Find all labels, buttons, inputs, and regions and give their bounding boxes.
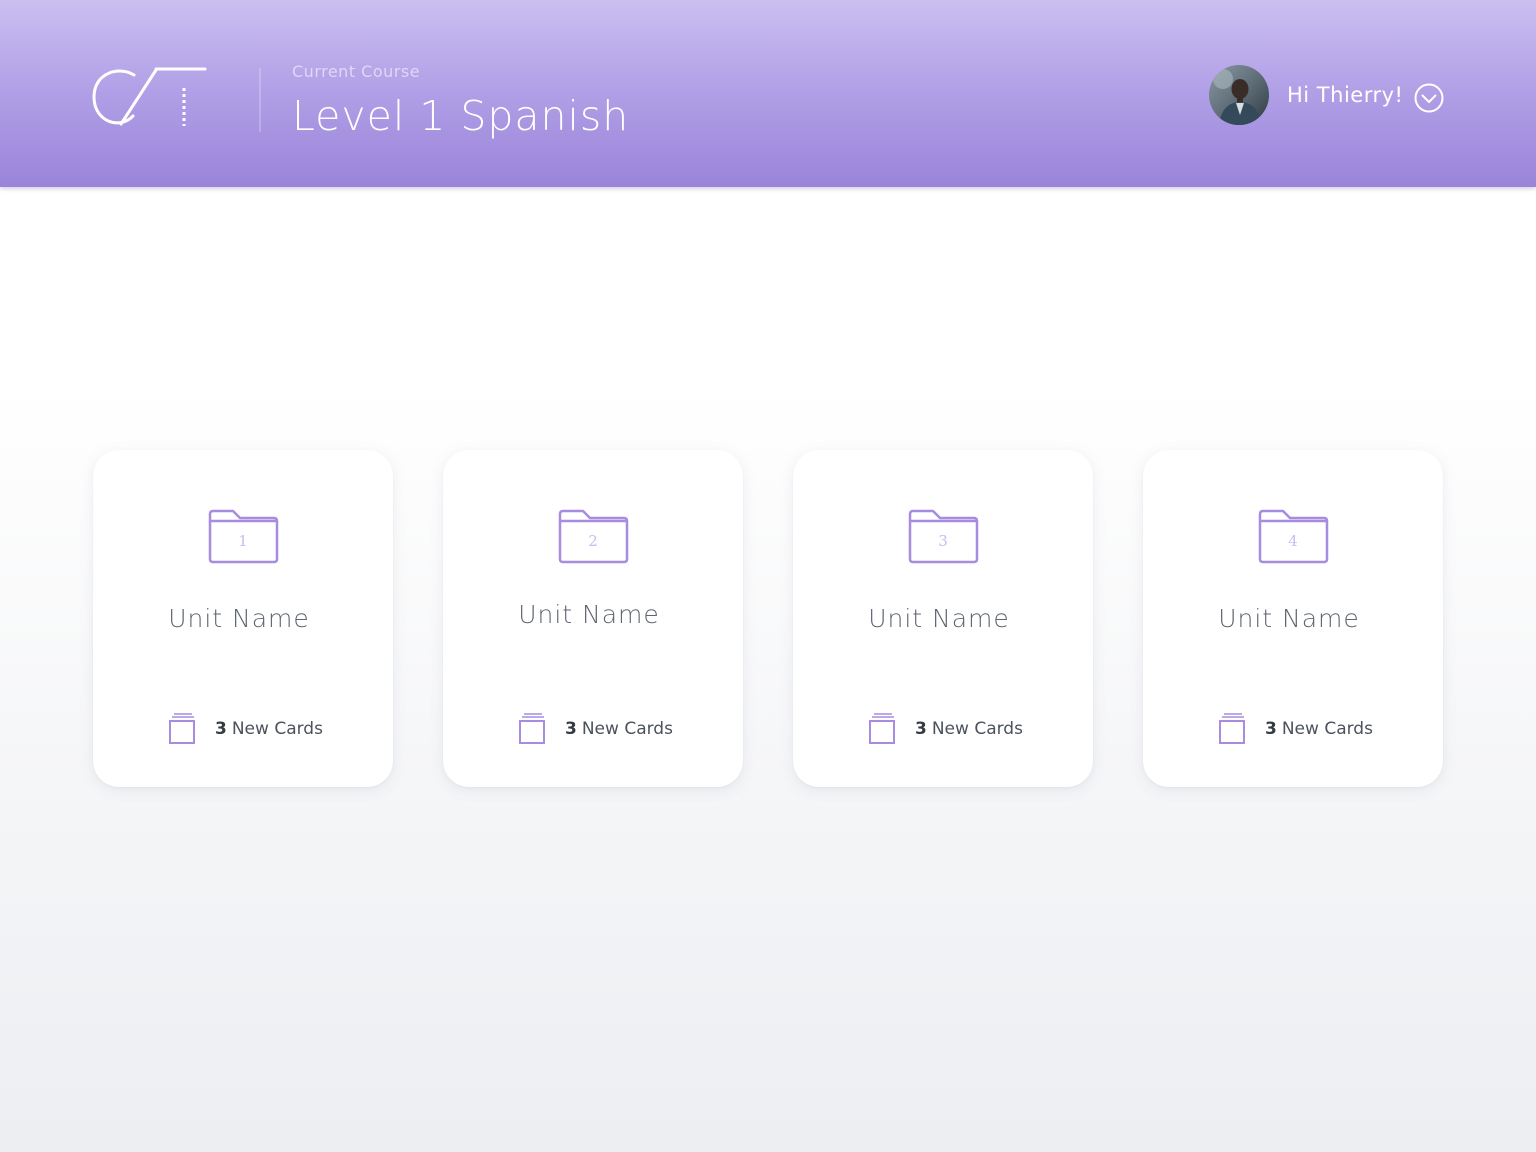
new-cards-number: 3 [565, 719, 577, 739]
new-cards-count: 3 New Cards [1218, 712, 1418, 746]
card-stack-icon [168, 712, 196, 746]
unit-number: 2 [588, 532, 598, 550]
new-cards-count: 3 New Cards [168, 712, 368, 746]
user-avatar[interactable] [1209, 65, 1269, 125]
header-divider [259, 68, 261, 132]
new-cards-count: 3 New Cards [518, 712, 718, 746]
new-cards-number: 3 [1265, 719, 1277, 739]
unit-name: Unit Name [168, 604, 310, 633]
unit-name: Unit Name [518, 600, 660, 629]
new-cards-count: 3 New Cards [868, 712, 1068, 746]
chevron-down-circle-icon[interactable] [1413, 82, 1445, 114]
unit-name: Unit Name [868, 604, 1010, 633]
unit-number: 3 [938, 532, 948, 550]
unit-name: Unit Name [1218, 604, 1360, 633]
new-cards-number: 3 [215, 719, 227, 739]
unit-card-2[interactable]: 2 Unit Name 3 New Cards [443, 450, 743, 787]
new-cards-label: New Cards [1281, 719, 1373, 739]
unit-number: 4 [1288, 532, 1298, 550]
unit-card-4[interactable]: 4 Unit Name 3 New Cards [1143, 450, 1443, 787]
card-stack-icon [1218, 712, 1246, 746]
user-greeting[interactable]: Hi Thierry! [1287, 83, 1403, 107]
card-stack-icon [518, 712, 546, 746]
new-cards-label: New Cards [931, 719, 1023, 739]
folder-icon: 1 [206, 508, 280, 566]
folder-icon: 2 [556, 508, 630, 566]
new-cards-number: 3 [915, 719, 927, 739]
course-title: Level 1 Spanish [292, 92, 630, 140]
app-header: Current Course Level 1 Spanish Hi Thierr… [0, 0, 1536, 187]
unit-number: 1 [238, 532, 248, 550]
folder-icon: 4 [1256, 508, 1330, 566]
current-course-caption: Current Course [292, 62, 421, 81]
ct-logo-icon[interactable] [92, 66, 208, 130]
new-cards-label: New Cards [581, 719, 673, 739]
folder-icon: 3 [906, 508, 980, 566]
new-cards-label: New Cards [231, 719, 323, 739]
card-stack-icon [868, 712, 896, 746]
unit-card-3[interactable]: 3 Unit Name 3 New Cards [793, 450, 1093, 787]
unit-card-1[interactable]: 1 Unit Name 3 New Cards [93, 450, 393, 787]
